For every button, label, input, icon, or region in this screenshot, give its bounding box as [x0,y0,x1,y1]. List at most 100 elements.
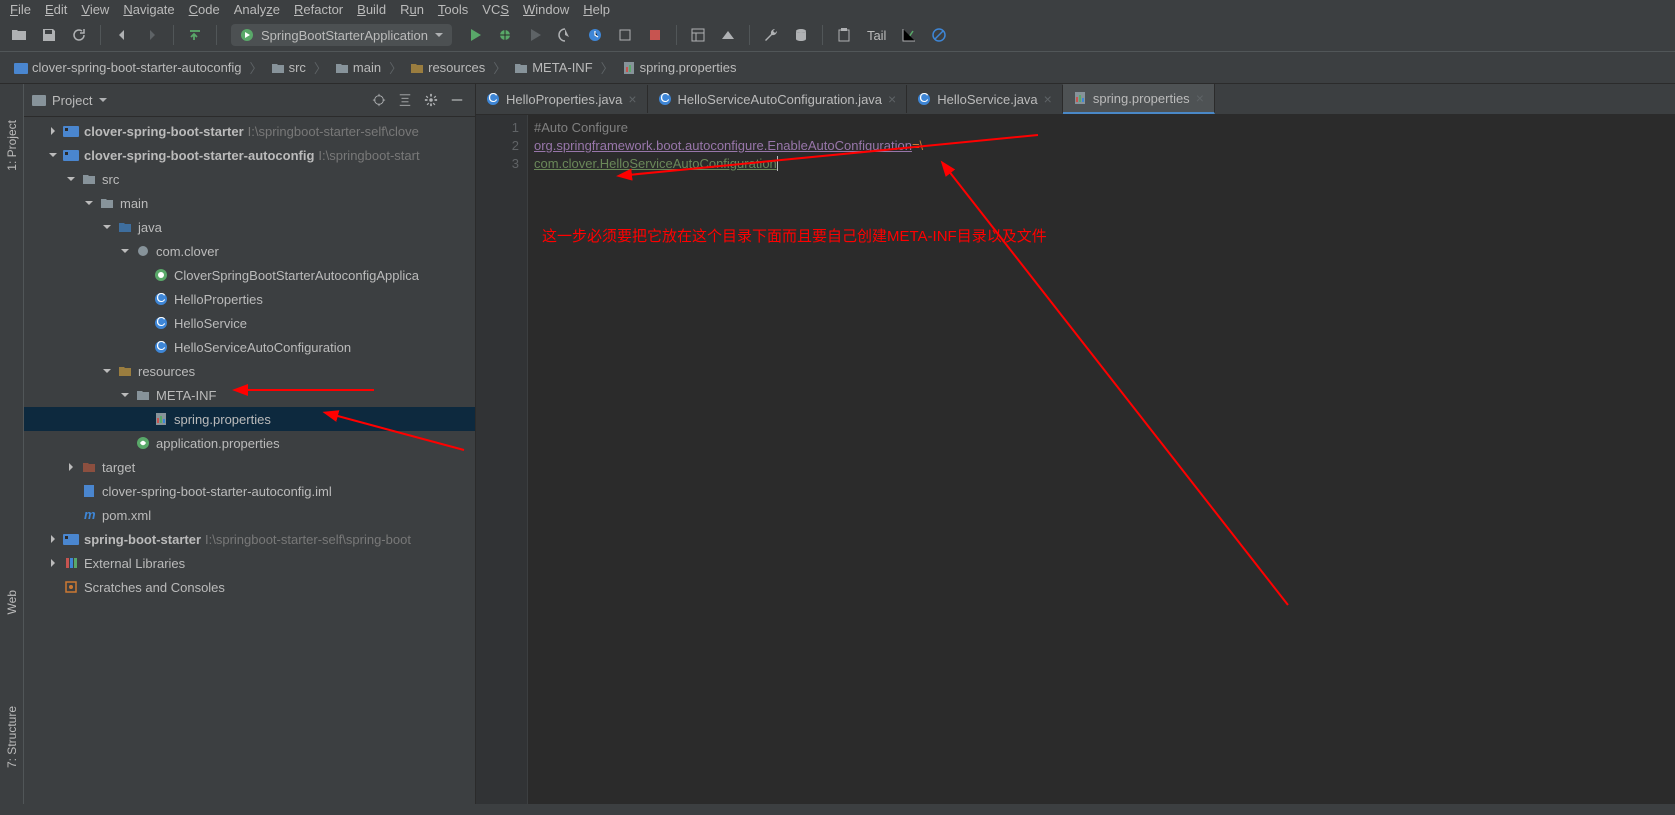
tree-row[interactable]: CHelloServiceAutoConfiguration [24,335,475,359]
props-icon [152,412,170,426]
chart-icon[interactable] [896,23,922,47]
sb-class-icon [152,268,170,282]
close-icon[interactable]: × [628,91,636,107]
tree-label: META-INF [156,388,216,403]
denied-icon[interactable] [926,23,952,47]
editor-tab[interactable]: CHelloService.java× [907,85,1063,113]
run-config[interactable]: SpringBootStarterApplication [231,24,452,46]
tree-row[interactable]: spring-boot-starter I:\springboot-starte… [24,527,475,551]
refresh-icon[interactable] [66,23,92,47]
iml-icon [80,484,98,498]
menu-window[interactable]: Window [523,2,569,17]
build-icon[interactable] [715,23,741,47]
libs-icon [62,556,80,570]
menu-help[interactable]: Help [583,2,610,17]
tree-row[interactable]: mpom.xml [24,503,475,527]
menu-vcs[interactable]: VCS [482,2,509,17]
tree-label: target [102,460,135,475]
tree-row[interactable]: src [24,167,475,191]
tree-label: External Libraries [84,556,185,571]
tab-web[interactable]: Web [3,584,21,620]
tree-row[interactable]: clover-spring-boot-starter-autoconfig I:… [24,143,475,167]
tree-row[interactable]: java [24,215,475,239]
menu-refactor[interactable]: Refactor [294,2,343,17]
crumb-3[interactable]: resources [404,56,491,79]
tree-row[interactable]: target [24,455,475,479]
tree-row[interactable]: META-INF [24,383,475,407]
crumb-0[interactable]: clover-spring-boot-starter-autoconfig [8,56,248,79]
run-icon[interactable] [462,23,488,47]
tree-row[interactable]: clover-spring-boot-starter I:\springboot… [24,119,475,143]
class-icon: C [152,316,170,330]
tree-row[interactable]: Scratches and Consoles [24,575,475,599]
tree-row[interactable]: application.properties [24,431,475,455]
profile-icon[interactable] [552,23,578,47]
tab-project[interactable]: 1: Project [3,114,21,177]
tree-arrow-icon[interactable] [48,534,60,544]
menu-analyze[interactable]: Analyze [234,2,280,17]
wrench-icon[interactable] [758,23,784,47]
open-icon[interactable] [6,23,32,47]
editor-tab[interactable]: spring.properties× [1063,84,1215,114]
tree-row[interactable]: main [24,191,475,215]
tree-row[interactable]: resources [24,359,475,383]
locate-icon[interactable] [369,88,389,112]
tree-row[interactable]: spring.properties [24,407,475,431]
tab-structure[interactable]: 7: Structure [3,700,21,774]
crumb-1[interactable]: src [265,56,312,79]
tail-label[interactable]: Tail [861,28,893,43]
tree-row[interactable]: com.clover [24,239,475,263]
package-icon [134,244,152,258]
code[interactable]: #Auto Configure org.springframework.boot… [528,115,1675,804]
tree-row[interactable]: CHelloProperties [24,287,475,311]
annotation-text: 这一步必须要把它放在这个目录下面而且要自己创建META-INF目录以及文件 [542,225,1047,246]
menu-navigate[interactable]: Navigate [123,2,174,17]
editor-tab[interactable]: CHelloProperties.java× [476,85,648,113]
tree-row[interactable]: External Libraries [24,551,475,575]
hide-icon[interactable] [447,88,467,112]
crumb-4[interactable]: META-INF [508,56,598,79]
tree-row[interactable]: CHelloService [24,311,475,335]
menu-tools[interactable]: Tools [438,2,468,17]
tree-arrow-icon[interactable] [120,246,132,256]
debug-icon[interactable] [492,23,518,47]
stop-icon[interactable] [642,23,668,47]
coverage-icon[interactable] [522,23,548,47]
tree-arrow-icon[interactable] [66,462,78,472]
tree-arrow-icon[interactable] [102,366,114,376]
database-icon[interactable] [788,23,814,47]
editor-tab[interactable]: CHelloServiceAutoConfiguration.java× [648,85,908,113]
project-tree[interactable]: clover-spring-boot-starter I:\springboot… [24,117,475,804]
tree-row[interactable]: CloverSpringBootStarterAutoconfigApplica [24,263,475,287]
close-icon[interactable]: × [1196,90,1204,106]
tree-arrow-icon[interactable] [84,198,96,208]
menu-build[interactable]: Build [357,2,386,17]
crumb-2[interactable]: main [329,56,387,79]
tree-arrow-icon[interactable] [66,174,78,184]
svg-text:C: C [488,92,497,105]
tree-arrow-icon[interactable] [102,222,114,232]
undo-arrow-icon[interactable] [182,23,208,47]
close-icon[interactable]: × [888,91,896,107]
back-icon[interactable] [109,23,135,47]
menu-run[interactable]: Run [400,2,424,17]
tree-arrow-icon[interactable] [48,150,60,160]
menu-file[interactable]: File [10,2,31,17]
crumb-5[interactable]: spring.properties [616,56,743,79]
attach-icon[interactable] [612,23,638,47]
tree-row[interactable]: clover-spring-boot-starter-autoconfig.im… [24,479,475,503]
tree-arrow-icon[interactable] [120,390,132,400]
expand-icon[interactable] [395,88,415,112]
forward-icon[interactable] [139,23,165,47]
tree-arrow-icon[interactable] [48,558,60,568]
save-icon[interactable] [36,23,62,47]
gear-icon[interactable] [421,88,441,112]
menu-view[interactable]: View [81,2,109,17]
menu-code[interactable]: Code [189,2,220,17]
close-icon[interactable]: × [1044,91,1052,107]
menu-edit[interactable]: Edit [45,2,67,17]
tree-arrow-icon[interactable] [48,126,60,136]
paste-icon[interactable] [831,23,857,47]
clock-icon[interactable] [582,23,608,47]
layout-icon[interactable] [685,23,711,47]
